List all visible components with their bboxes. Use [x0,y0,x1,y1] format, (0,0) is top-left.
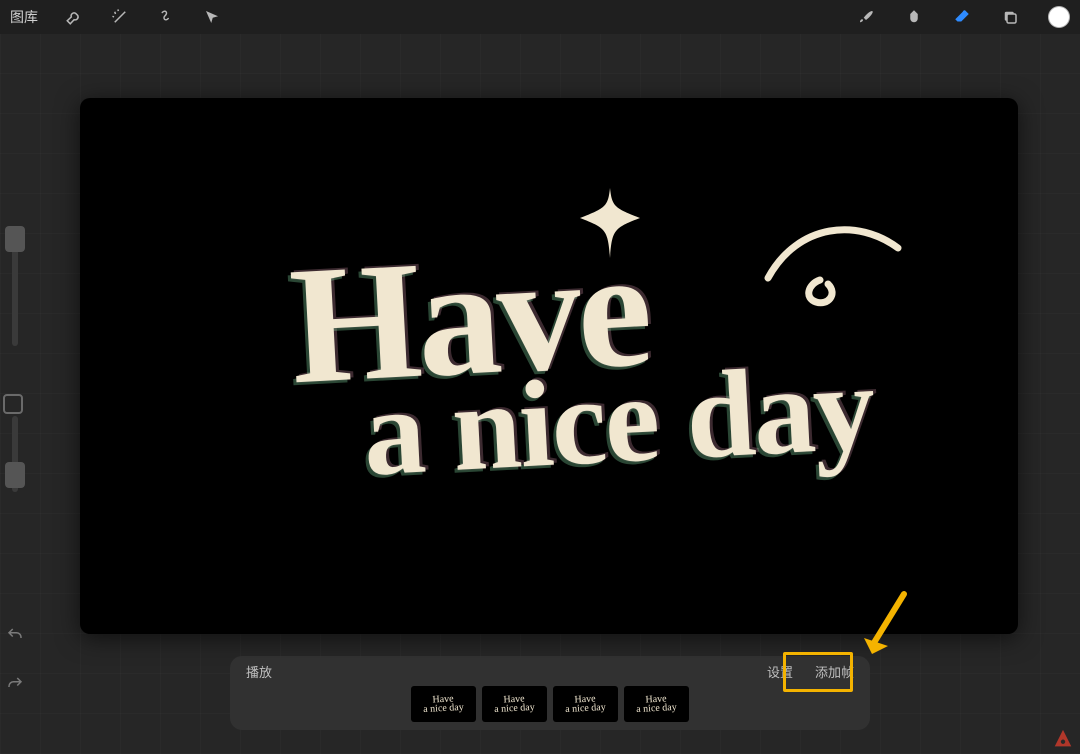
redo-button[interactable] [6,675,24,698]
smudge-icon[interactable] [904,7,924,27]
frame-timeline[interactable]: Havea nice day Havea nice day Havea nice d… [230,686,870,728]
brush-size-thumb[interactable] [5,226,25,252]
select-icon[interactable] [156,7,176,27]
animation-panel-header: 播放 设置 添加帧 [230,656,870,686]
watermark-icon [1052,728,1074,750]
add-frame-button[interactable]: 添加帧 [815,662,854,681]
frame-thumb-label: Havea nice day [494,694,535,713]
canvas-artwork: Have a nice day [80,98,1018,634]
gallery-button[interactable]: 图库 [10,7,38,27]
top-toolbar: 图库 [0,0,1080,34]
frame-thumb[interactable]: Havea nice day [482,686,547,722]
toolbar-right-group [856,6,1070,28]
undo-button[interactable] [6,626,24,649]
undo-redo-group [4,626,26,698]
layers-icon[interactable] [1000,7,1020,27]
play-button[interactable]: 播放 [246,662,272,681]
opacity-slider[interactable] [12,416,18,492]
opacity-thumb[interactable] [5,462,25,488]
lettering-text: Have a nice day [80,242,1018,490]
brush-icon[interactable] [856,7,876,27]
canvas[interactable]: Have a nice day [80,98,1018,634]
frame-thumb[interactable]: Havea nice day [411,686,476,722]
wand-icon[interactable] [110,7,130,27]
brush-size-slider[interactable] [12,226,18,346]
arrow-icon[interactable] [202,7,222,27]
settings-button[interactable]: 设置 [767,662,793,681]
frame-thumb-label: Havea nice day [565,694,606,713]
frame-thumb[interactable]: Havea nice day [624,686,689,722]
eraser-icon[interactable] [952,7,972,27]
color-picker[interactable] [1048,6,1070,28]
toolbar-left-group: 图库 [10,7,222,27]
wrench-icon[interactable] [64,7,84,27]
frame-thumb-label: Havea nice day [423,694,464,713]
left-sidebar [4,226,26,506]
frame-thumb-label: Havea nice day [636,694,677,713]
animation-panel: 播放 设置 添加帧 Havea nice dayHavea nice dayHa… [230,656,870,730]
frame-thumb[interactable]: Havea nice day [553,686,618,722]
